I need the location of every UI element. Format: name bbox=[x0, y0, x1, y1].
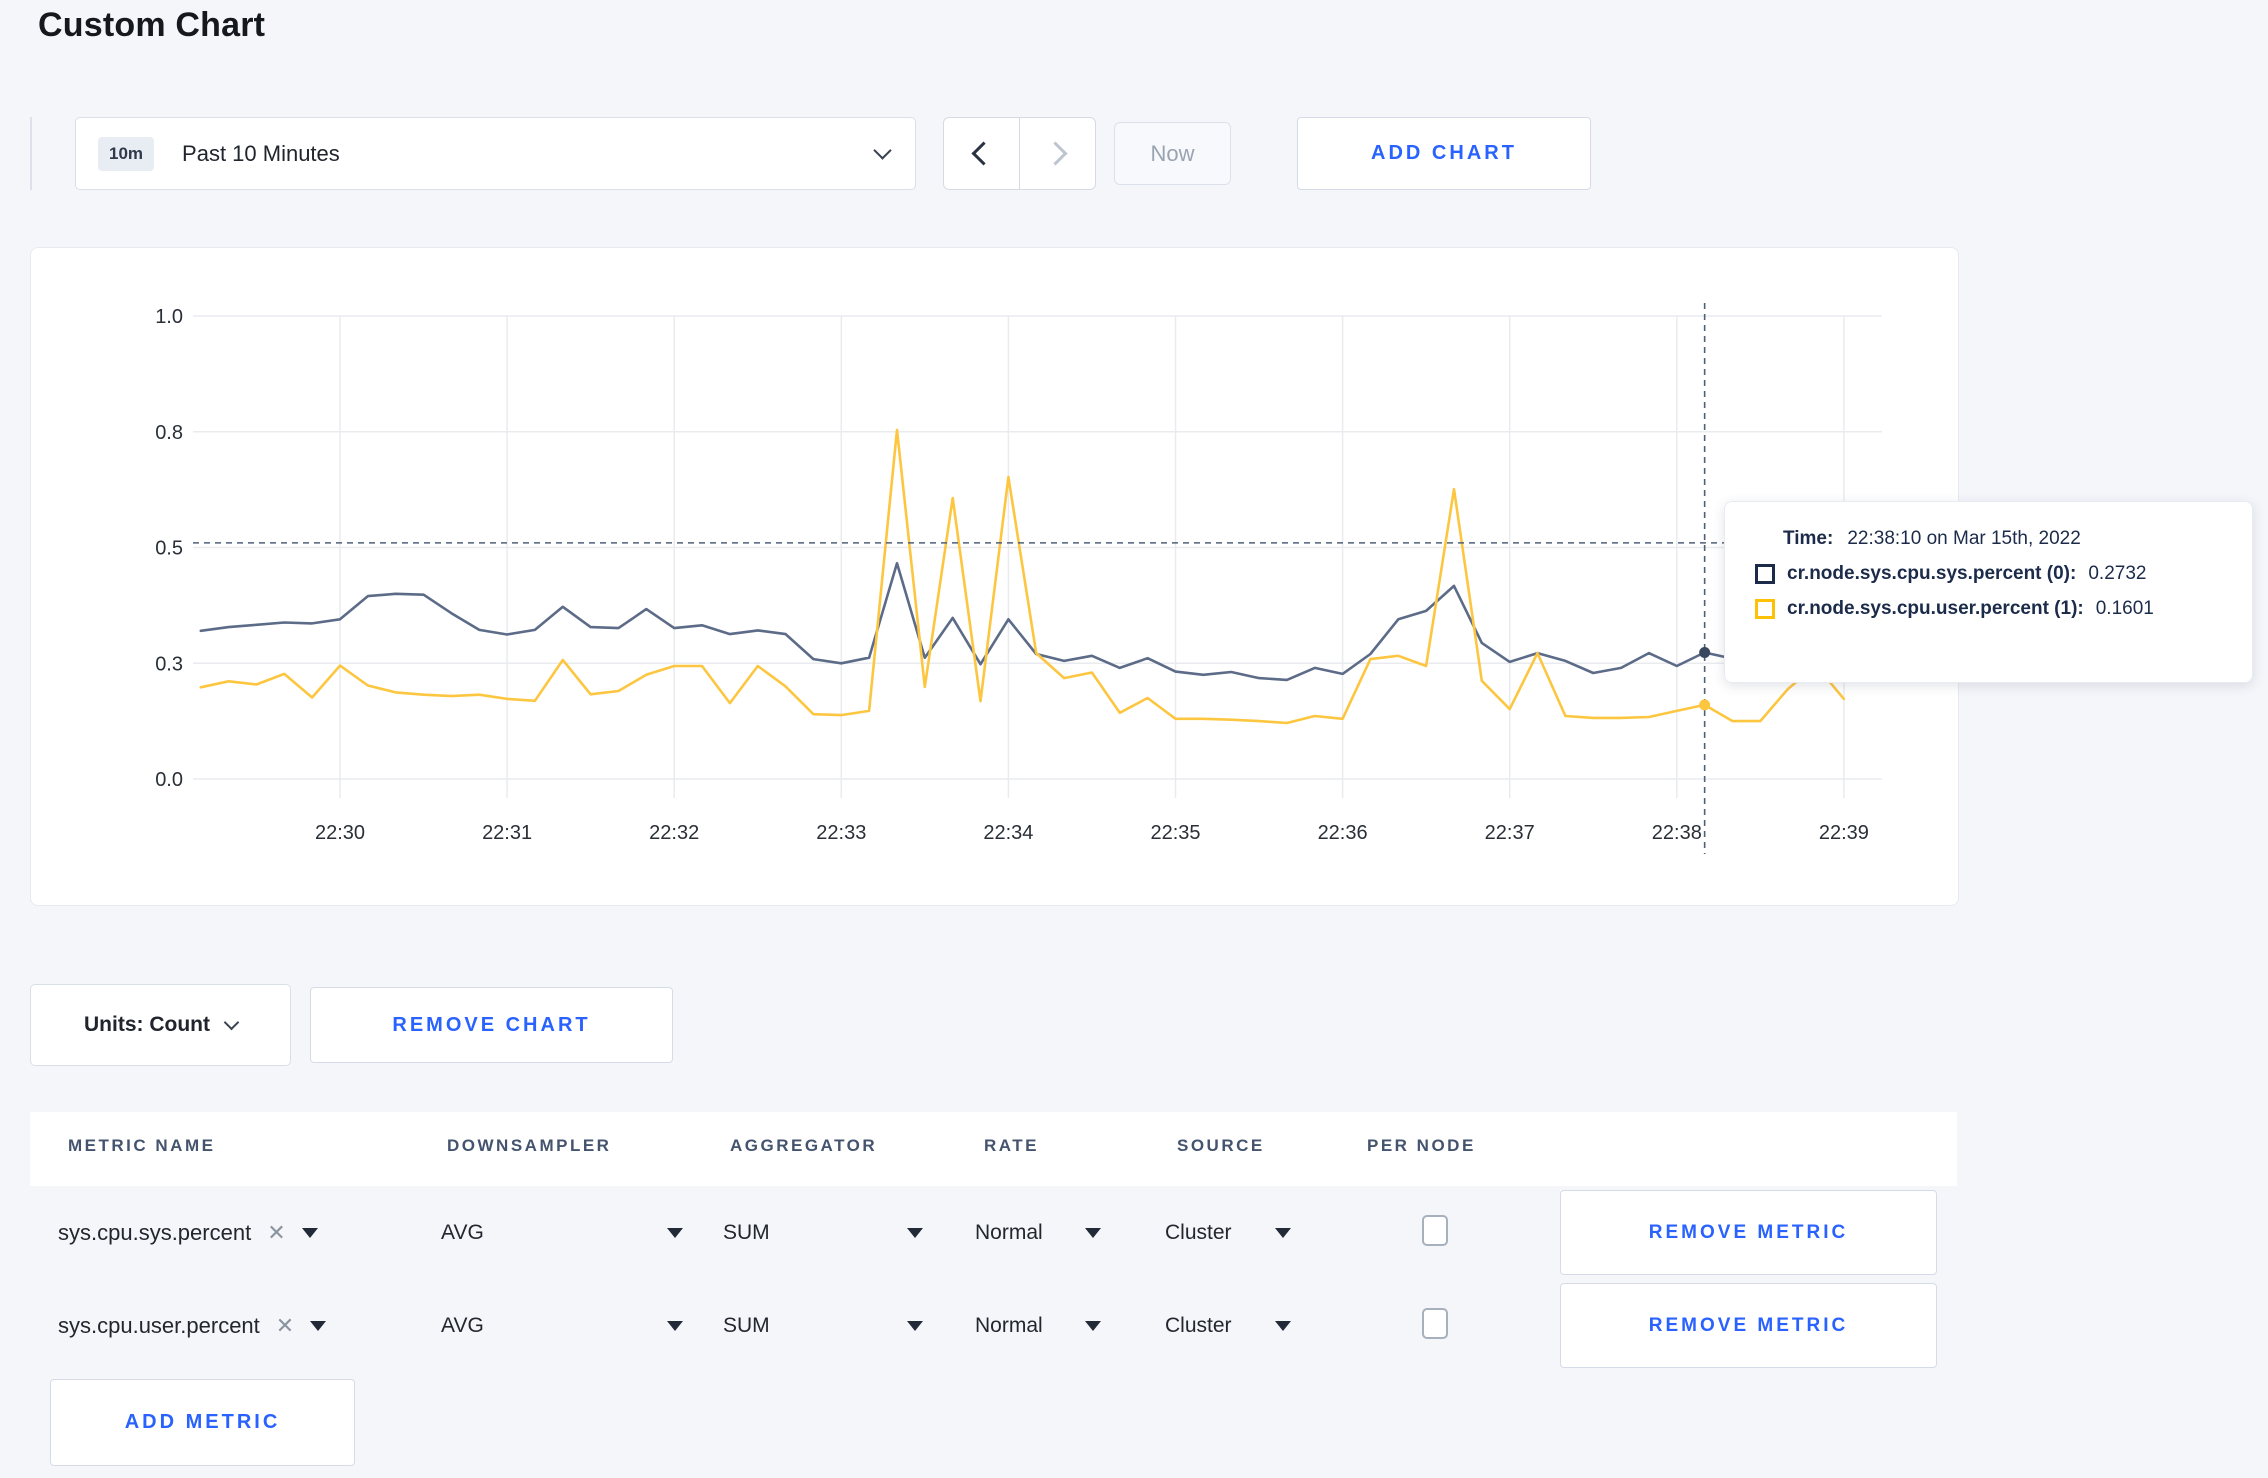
tooltip-time-value: 22:38:10 on Mar 15th, 2022 bbox=[1847, 528, 2081, 549]
time-window-label: Past 10 Minutes bbox=[182, 140, 340, 166]
toolbar-divider bbox=[30, 117, 32, 190]
remove-chart-button[interactable]: REMOVE CHART bbox=[310, 987, 673, 1063]
series-user-swatch-icon bbox=[1755, 599, 1775, 619]
chart-card: 0.0 0.3 0.5 0.8 1.0 22:30 22:31 22:32 22:33 22:34… bbox=[30, 247, 2253, 906]
svg-text:22:36: 22:36 bbox=[1318, 822, 1368, 844]
downsampler-value: AVG bbox=[441, 1313, 484, 1337]
downsampler-select[interactable]: AVG bbox=[441, 1279, 683, 1372]
add-chart-button[interactable]: ADD CHART bbox=[1297, 117, 1591, 190]
source-select[interactable]: Cluster bbox=[1165, 1186, 1291, 1279]
aggregator-value: SUM bbox=[723, 1313, 770, 1337]
caret-down-icon bbox=[667, 1320, 683, 1331]
metric-name: sys.cpu.user.percent bbox=[58, 1312, 260, 1338]
tooltip-series-value: 0.2732 bbox=[2088, 563, 2147, 584]
svg-text:0.5: 0.5 bbox=[155, 538, 183, 560]
svg-text:1.0: 1.0 bbox=[155, 306, 183, 328]
page-title: Custom Chart bbox=[38, 6, 266, 44]
tooltip-series-value: 0.1601 bbox=[2095, 598, 2154, 619]
metric-row: sys.cpu.sys.percent ✕ AVG SUM Normal Clu… bbox=[30, 1186, 1957, 1279]
tooltip-series-label: cr.node.sys.cpu.sys.percent (0): bbox=[1787, 563, 2077, 584]
svg-text:22:35: 22:35 bbox=[1150, 822, 1200, 844]
svg-text:22:37: 22:37 bbox=[1485, 822, 1535, 844]
rate-value: Normal bbox=[975, 1220, 1043, 1244]
units-select[interactable]: Units: Count bbox=[30, 984, 291, 1066]
rate-select[interactable]: Normal bbox=[975, 1279, 1101, 1372]
tooltip-series-row: cr.node.sys.cpu.sys.percent (0): 0.2732 bbox=[1755, 563, 2228, 585]
rate-value: Normal bbox=[975, 1313, 1043, 1337]
svg-text:0.3: 0.3 bbox=[155, 653, 183, 675]
caret-down-icon bbox=[667, 1227, 683, 1238]
rate-select[interactable]: Normal bbox=[975, 1186, 1101, 1279]
tooltip-series-label: cr.node.sys.cpu.user.percent (1): bbox=[1787, 598, 2084, 619]
source-value: Cluster bbox=[1165, 1313, 1232, 1337]
metric-name: sys.cpu.sys.percent bbox=[58, 1219, 252, 1245]
clear-metric-icon[interactable]: ✕ bbox=[276, 1314, 294, 1337]
remove-metric-button[interactable]: REMOVE METRIC bbox=[1560, 1283, 1937, 1368]
chevron-left-icon bbox=[971, 141, 996, 166]
caret-down-icon bbox=[907, 1227, 923, 1238]
custom-chart-page: Custom Chart 10m Past 10 Minutes Now ADD… bbox=[0, 0, 2268, 1478]
col-header-rate: RATE bbox=[984, 1136, 1040, 1155]
add-metric-button[interactable]: ADD METRIC bbox=[50, 1379, 355, 1466]
svg-text:22:31: 22:31 bbox=[482, 822, 532, 844]
tooltip-time-row: Time: 22:38:10 on Mar 15th, 2022 bbox=[1783, 528, 2228, 550]
prev-time-button[interactable] bbox=[944, 118, 1019, 189]
downsampler-value: AVG bbox=[441, 1220, 484, 1244]
svg-text:0.8: 0.8 bbox=[155, 422, 183, 444]
metrics-table-header: METRIC NAME DOWNSAMPLER AGGREGATOR RATE … bbox=[30, 1112, 1957, 1186]
metric-name-select[interactable]: sys.cpu.sys.percent ✕ bbox=[58, 1186, 318, 1279]
downsampler-select[interactable]: AVG bbox=[441, 1186, 683, 1279]
per-node-checkbox[interactable] bbox=[1422, 1308, 1448, 1339]
tooltip-time-label: Time: bbox=[1783, 528, 1834, 549]
col-header-aggregator: AGGREGATOR bbox=[730, 1136, 878, 1155]
metrics-table: METRIC NAME DOWNSAMPLER AGGREGATOR RATE … bbox=[30, 1112, 1957, 1372]
clear-metric-icon[interactable]: ✕ bbox=[267, 1221, 285, 1244]
units-select-label: Units: Count bbox=[84, 1013, 210, 1036]
metric-row: sys.cpu.user.percent ✕ AVG SUM Normal Cl… bbox=[30, 1279, 1957, 1372]
aggregator-select[interactable]: SUM bbox=[723, 1279, 923, 1372]
caret-down-icon bbox=[907, 1320, 923, 1331]
caret-down-icon bbox=[1085, 1320, 1101, 1331]
time-pager bbox=[943, 117, 1096, 190]
chart-canvas[interactable]: 0.0 0.3 0.5 0.8 1.0 22:30 22:31 22:32 22:33 22:34… bbox=[31, 248, 1958, 905]
svg-text:22:38: 22:38 bbox=[1652, 822, 1702, 844]
caret-down-icon bbox=[301, 1227, 318, 1238]
col-header-per-node: PER NODE bbox=[1367, 1136, 1476, 1155]
chevron-down-icon bbox=[223, 1014, 240, 1030]
chevron-down-icon bbox=[873, 141, 892, 160]
time-window-select[interactable]: 10m Past 10 Minutes bbox=[75, 117, 916, 190]
col-header-metric-name: METRIC NAME bbox=[68, 1136, 216, 1155]
chart-tooltip: Time: 22:38:10 on Mar 15th, 2022 cr.node… bbox=[1724, 501, 2253, 683]
col-header-source: SOURCE bbox=[1177, 1136, 1265, 1155]
aggregator-select[interactable]: SUM bbox=[723, 1186, 923, 1279]
caret-down-icon bbox=[1085, 1227, 1101, 1238]
tooltip-series-row: cr.node.sys.cpu.user.percent (1): 0.1601 bbox=[1755, 598, 2228, 620]
metric-name-select[interactable]: sys.cpu.user.percent ✕ bbox=[58, 1279, 327, 1372]
svg-text:22:39: 22:39 bbox=[1819, 822, 1869, 844]
svg-text:22:33: 22:33 bbox=[816, 822, 866, 844]
now-button[interactable]: Now bbox=[1114, 122, 1231, 185]
svg-text:22:34: 22:34 bbox=[983, 822, 1033, 844]
col-header-downsampler: DOWNSAMPLER bbox=[447, 1136, 612, 1155]
caret-down-icon bbox=[1275, 1227, 1291, 1238]
source-select[interactable]: Cluster bbox=[1165, 1279, 1291, 1372]
series-sys-swatch-icon bbox=[1755, 564, 1775, 584]
svg-text:22:32: 22:32 bbox=[649, 822, 699, 844]
aggregator-value: SUM bbox=[723, 1220, 770, 1244]
chevron-right-icon bbox=[1043, 141, 1068, 166]
per-node-checkbox[interactable] bbox=[1422, 1215, 1448, 1246]
svg-text:22:30: 22:30 bbox=[315, 822, 365, 844]
time-window-badge: 10m bbox=[98, 136, 155, 171]
remove-metric-button[interactable]: REMOVE METRIC bbox=[1560, 1190, 1937, 1275]
source-value: Cluster bbox=[1165, 1220, 1232, 1244]
caret-down-icon bbox=[1275, 1320, 1291, 1331]
caret-down-icon bbox=[310, 1320, 327, 1331]
next-time-button[interactable] bbox=[1019, 118, 1095, 189]
svg-text:0.0: 0.0 bbox=[155, 769, 183, 791]
